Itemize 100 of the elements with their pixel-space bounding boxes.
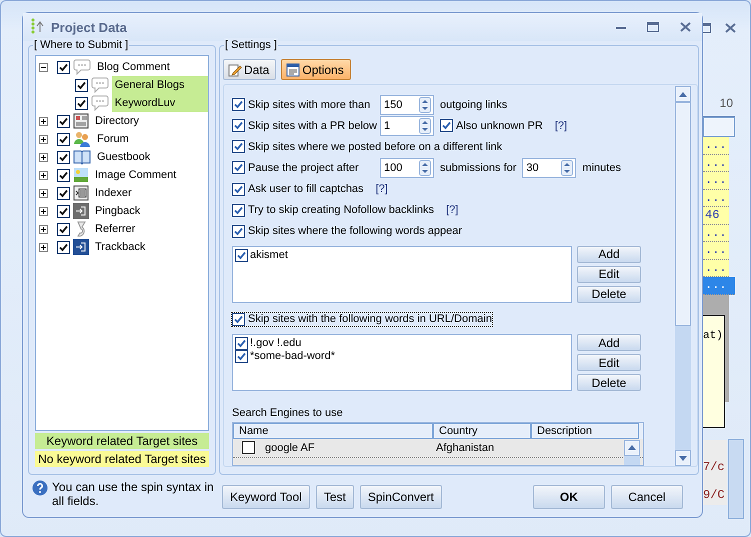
- checkbox[interactable]: [235, 350, 248, 363]
- checkbox[interactable]: [74, 78, 88, 92]
- spin-arrows-icon[interactable]: [419, 118, 431, 134]
- card-icon: [73, 113, 89, 129]
- list-button[interactable]: Edit: [577, 354, 641, 371]
- field-label: outgoing links: [440, 98, 508, 111]
- dialog-button[interactable]: OK: [532, 485, 605, 509]
- filter-cell[interactable]: [703, 117, 735, 137]
- scrollbar[interactable]: [624, 440, 640, 465]
- scroll-up-icon[interactable]: [679, 92, 687, 96]
- tree-item[interactable]: Image Comment: [92, 166, 180, 184]
- tree-item[interactable]: KeywordLuv: [112, 94, 208, 112]
- people-icon: [73, 131, 91, 147]
- tree-item[interactable]: Blog Comment: [94, 58, 173, 76]
- checkbox[interactable]: [57, 60, 70, 74]
- word-list[interactable]: akismet: [232, 246, 572, 303]
- checkbox[interactable]: [57, 204, 70, 218]
- number-field[interactable]: 150: [380, 94, 434, 115]
- dialog-button[interactable]: Cancel: [610, 485, 683, 509]
- speech-bubble-icon: [90, 95, 109, 111]
- maximize-icon[interactable]: [644, 20, 662, 34]
- dialog-button[interactable]: Keyword Tool: [222, 485, 310, 509]
- help-link[interactable]: [?]: [554, 120, 568, 132]
- checkbox[interactable]: [57, 132, 70, 146]
- checkbox[interactable]: [242, 441, 255, 454]
- tree-item[interactable]: Trackback: [92, 238, 148, 256]
- checkbox[interactable]: [235, 337, 248, 350]
- checkbox[interactable]: [440, 119, 453, 132]
- spin-arrows-icon[interactable]: [419, 160, 431, 176]
- expand-icon[interactable]: [39, 152, 48, 162]
- expand-icon[interactable]: [39, 242, 48, 252]
- expand-icon[interactable]: [39, 170, 48, 180]
- checkbox[interactable]: [57, 222, 70, 236]
- scrollbar[interactable]: [728, 439, 744, 519]
- tree-item[interactable]: Pingback: [92, 202, 144, 220]
- number-field[interactable]: 100: [380, 158, 434, 178]
- checkbox[interactable]: [232, 119, 245, 132]
- spin-arrows-icon[interactable]: [419, 96, 431, 113]
- group-title: [ Where to Submit ]: [33, 38, 130, 53]
- field-label: submissions for: [440, 162, 516, 174]
- checkbox[interactable]: [232, 182, 245, 196]
- checkbox[interactable]: [57, 114, 70, 128]
- expand-icon[interactable]: [39, 134, 48, 144]
- checkbox[interactable]: [232, 161, 245, 174]
- checkbox[interactable]: [57, 240, 70, 254]
- table-cell-text: Afghanistan: [435, 440, 496, 456]
- legend-label: Keyword related Target sites: [35, 433, 209, 449]
- checkbox[interactable]: [57, 168, 70, 182]
- list-icon: [73, 185, 89, 201]
- column-header[interactable]: Name: [233, 422, 433, 439]
- checkbox[interactable]: [232, 98, 245, 112]
- table-cell: ...: [703, 242, 729, 260]
- column-header[interactable]: Description: [531, 422, 639, 439]
- dialog-button[interactable]: Test: [316, 485, 354, 509]
- help-link[interactable]: [?]: [376, 183, 388, 196]
- checkbox[interactable]: [235, 248, 248, 262]
- checkbox[interactable]: [57, 186, 70, 200]
- checkbox[interactable]: [232, 312, 245, 326]
- tab[interactable]: Data: [223, 59, 276, 80]
- collapse-icon[interactable]: [39, 62, 48, 72]
- tree-item[interactable]: Directory: [92, 112, 142, 130]
- checkbox-label: Skip sites where the following words appear: [248, 225, 462, 238]
- scroll-up-icon[interactable]: [628, 445, 636, 450]
- tree-item[interactable]: Referrer: [92, 220, 138, 238]
- number-field[interactable]: 30: [522, 158, 576, 178]
- list-button[interactable]: Delete: [577, 374, 641, 391]
- column-header[interactable]: Country: [433, 422, 531, 439]
- tree-item[interactable]: Forum: [94, 130, 132, 148]
- tree-item[interactable]: Guestbook: [94, 148, 154, 166]
- table-cell: ...: [703, 137, 729, 154]
- word-list[interactable]: !.gov !.edu *some-bad-word*: [232, 334, 572, 391]
- list-item[interactable]: akismet: [250, 248, 288, 262]
- checkbox[interactable]: [232, 204, 245, 217]
- list-item[interactable]: !.gov !.edu: [250, 337, 302, 350]
- field-label: minutes: [582, 162, 621, 174]
- tree-item[interactable]: General Blogs: [112, 76, 208, 94]
- checkbox[interactable]: [232, 140, 245, 154]
- list-item[interactable]: *some-bad-word*: [250, 350, 335, 363]
- list-button[interactable]: Delete: [577, 286, 641, 303]
- list-button[interactable]: Add: [577, 334, 641, 351]
- checkbox[interactable]: [232, 224, 245, 238]
- expand-icon[interactable]: [39, 116, 48, 126]
- list-button[interactable]: Add: [577, 246, 641, 263]
- expand-icon[interactable]: [39, 188, 48, 198]
- checkbox-label: Skip sites with more than: [248, 98, 370, 111]
- tree-item[interactable]: Indexer: [92, 184, 135, 202]
- checkbox[interactable]: [57, 150, 70, 164]
- dialog-button[interactable]: SpinConvert: [360, 485, 442, 509]
- scrollbar[interactable]: [675, 86, 691, 466]
- scroll-down-icon[interactable]: [679, 456, 687, 460]
- tab[interactable]: Options: [281, 59, 351, 80]
- help-link[interactable]: [?]: [446, 204, 458, 216]
- expand-icon[interactable]: [39, 206, 48, 216]
- list-button[interactable]: Edit: [577, 266, 641, 283]
- expand-icon[interactable]: [39, 224, 48, 234]
- number-field[interactable]: 1: [380, 116, 434, 136]
- checkbox[interactable]: [74, 96, 88, 110]
- spin-arrows-icon[interactable]: [561, 160, 574, 176]
- enter-icon: [73, 239, 89, 255]
- table-cell: ...: [703, 260, 729, 277]
